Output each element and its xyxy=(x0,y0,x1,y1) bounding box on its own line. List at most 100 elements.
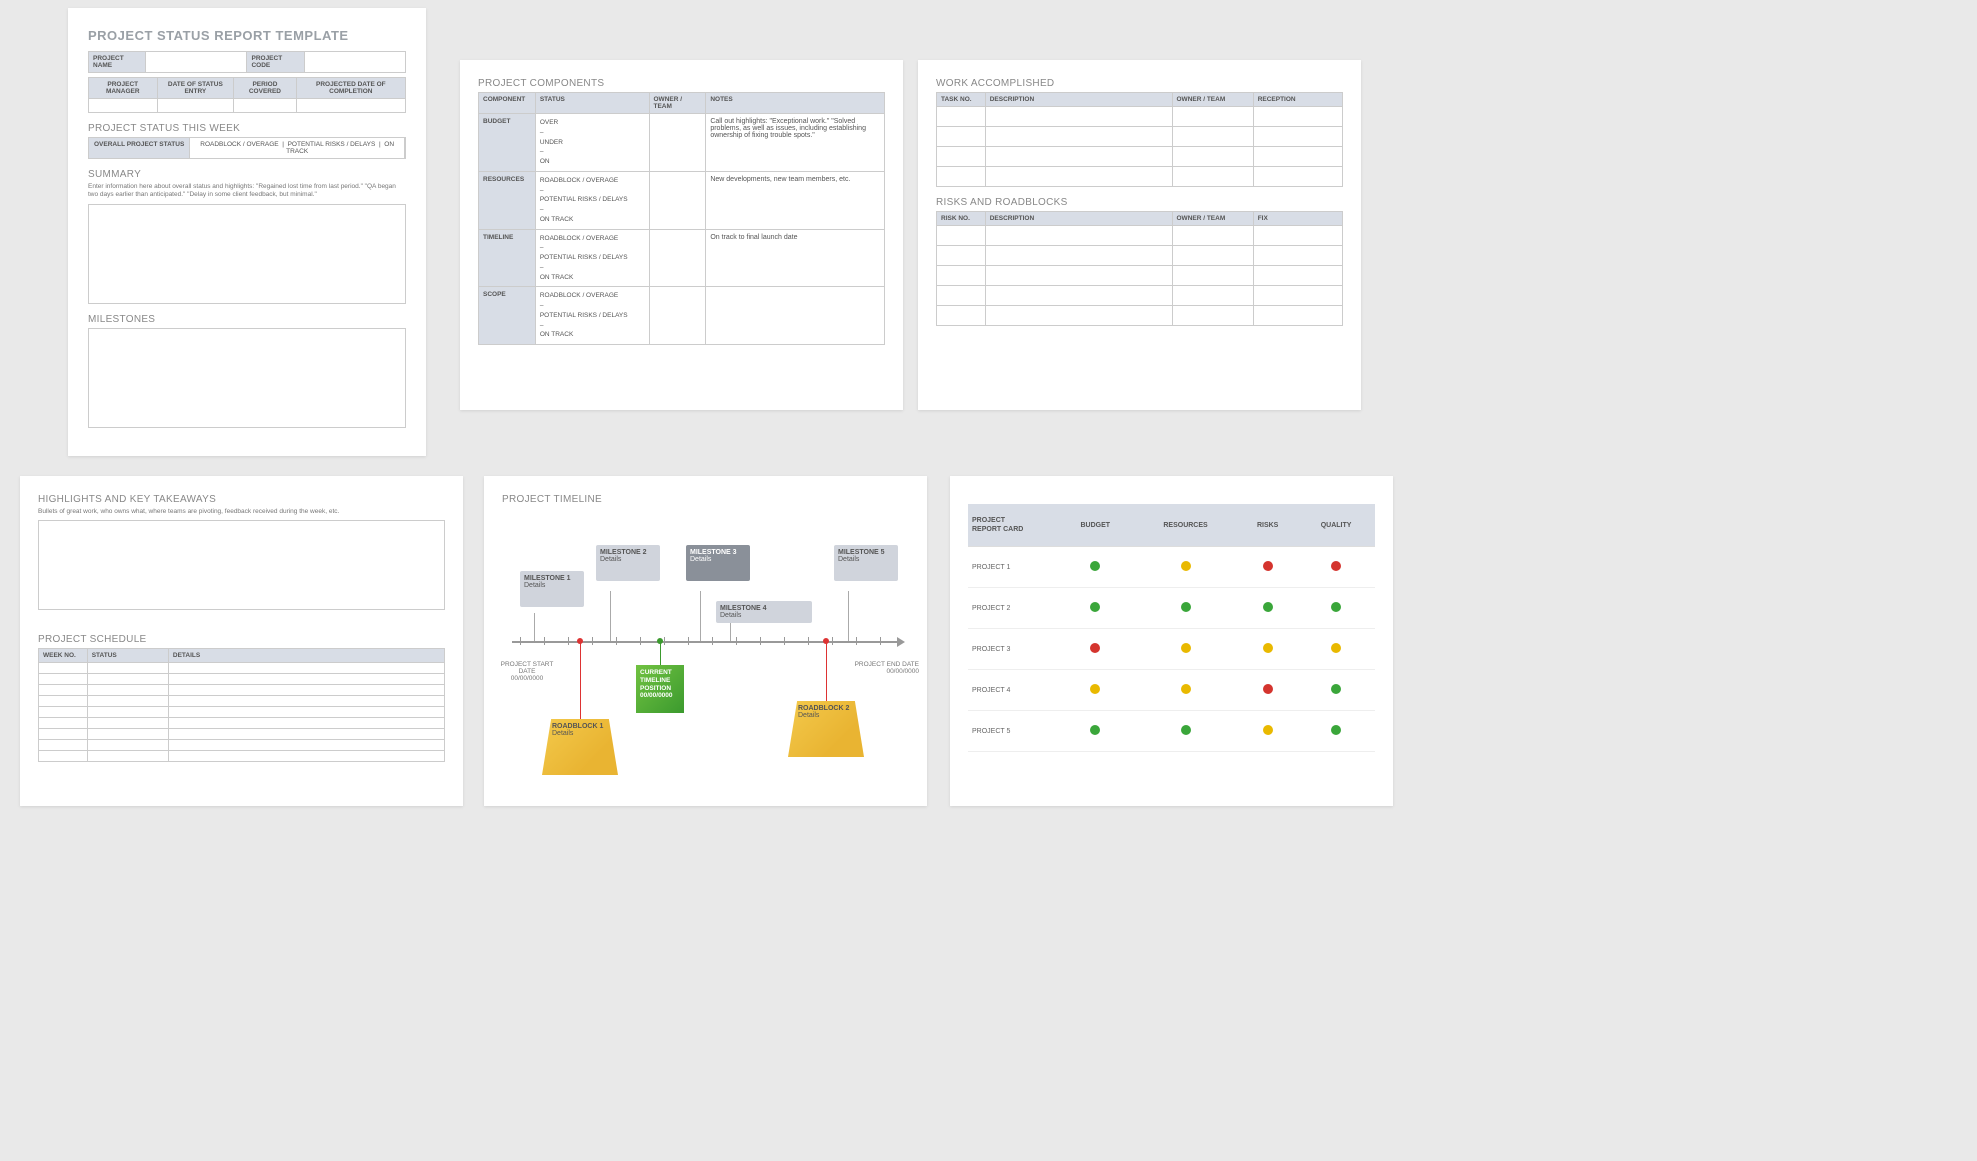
status-dot-icon xyxy=(1331,561,1341,571)
section-milestones: MILESTONES xyxy=(88,314,406,325)
label-overall-status: OVERALL PROJECT STATUS xyxy=(89,138,190,158)
status-dot-icon xyxy=(1181,561,1191,571)
table-row: RESOURCESROADBLOCK / OVERAGE – POTENTIAL… xyxy=(479,171,885,229)
table-row xyxy=(937,246,1343,266)
highlights-desc: Bullets of great work, who owns what, wh… xyxy=(38,508,445,516)
table-row: PROJECT 2 xyxy=(968,588,1375,629)
status-dot-icon xyxy=(1331,684,1341,694)
section-status-week: PROJECT STATUS THIS WEEK xyxy=(88,123,406,134)
section-schedule: PROJECT SCHEDULE xyxy=(38,634,445,645)
timeline: MILESTONE 1Details MILESTONE 2Details MI… xyxy=(502,511,909,791)
milestone-card: MILESTONE 1Details xyxy=(520,571,584,607)
section-work-accomplished: WORK ACCOMPLISHED xyxy=(936,78,1343,89)
current-line xyxy=(660,641,661,665)
roadblock-line xyxy=(580,641,581,719)
current-position-card: CURRENTTIMELINEPOSITION00/00/0000 xyxy=(636,665,684,713)
page-highlights-schedule: HIGHLIGHTS AND KEY TAKEAWAYS Bullets of … xyxy=(20,476,463,806)
table-row xyxy=(39,729,445,740)
roadblock-card: ROADBLOCK 2Details xyxy=(788,701,864,757)
status-dot-icon xyxy=(1263,643,1273,653)
milestone-card: MILESTONE 3Details xyxy=(686,545,750,581)
project-meta-table: PROJECT MANAGER DATE OF STATUS ENTRY PER… xyxy=(88,77,406,113)
table-row xyxy=(39,740,445,751)
table-row xyxy=(39,751,445,762)
components-table: COMPONENT STATUS OWNER / TEAM NOTES BUDG… xyxy=(478,92,885,345)
status-dot-icon xyxy=(1090,561,1100,571)
status-dot-icon xyxy=(1090,643,1100,653)
roadblock-dot-icon xyxy=(823,638,829,644)
overall-status-row: OVERALL PROJECT STATUS ROADBLOCK / OVERA… xyxy=(88,137,406,159)
arrow-right-icon xyxy=(897,637,905,647)
table-row: TIMELINEROADBLOCK / OVERAGE – POTENTIAL … xyxy=(479,229,885,287)
label-project-code: PROJECT CODE xyxy=(247,52,304,73)
status-dot-icon xyxy=(1181,684,1191,694)
page-status-report: PROJECT STATUS REPORT TEMPLATE PROJECT N… xyxy=(68,8,426,456)
status-dot-icon xyxy=(1090,684,1100,694)
schedule-table: WEEK NO.STATUSDETAILS xyxy=(38,648,445,762)
status-dot-icon xyxy=(1263,684,1273,694)
label-project-name: PROJECT NAME xyxy=(89,52,146,73)
status-dot-icon xyxy=(1263,561,1273,571)
section-summary: SUMMARY xyxy=(88,169,406,180)
table-row xyxy=(937,167,1343,187)
table-row xyxy=(39,674,445,685)
current-dot-icon xyxy=(657,638,663,644)
summary-desc: Enter information here about overall sta… xyxy=(88,183,406,200)
table-row xyxy=(39,707,445,718)
project-name: PROJECT 3 xyxy=(968,629,1058,670)
status-dot-icon xyxy=(1181,602,1191,612)
table-row: BUDGETOVER – UNDER – ONCall out highligh… xyxy=(479,114,885,172)
project-name: PROJECT 2 xyxy=(968,588,1058,629)
project-name: PROJECT 1 xyxy=(968,547,1058,588)
status-cell: OVER – UNDER – ON xyxy=(535,114,649,172)
page-report-card: PROJECTREPORT CARD BUDGET RESOURCES RISK… xyxy=(950,476,1393,806)
table-row xyxy=(937,127,1343,147)
project-id-table: PROJECT NAME PROJECT CODE xyxy=(88,51,406,73)
roadblock-dot-icon xyxy=(577,638,583,644)
section-components: PROJECT COMPONENTS xyxy=(478,78,885,89)
status-dot-icon xyxy=(1331,602,1341,612)
project-name: PROJECT 4 xyxy=(968,670,1058,711)
roadblock-line xyxy=(826,641,827,701)
summary-box[interactable] xyxy=(88,204,406,304)
roadblock-card: ROADBLOCK 1Details xyxy=(542,719,618,775)
table-row: PROJECT 4 xyxy=(968,670,1375,711)
page-work-risks: WORK ACCOMPLISHED TASK NO.DESCRIPTIONOWN… xyxy=(918,60,1361,410)
table-row: PROJECT 1 xyxy=(968,547,1375,588)
table-row xyxy=(937,226,1343,246)
table-row: SCOPEROADBLOCK / OVERAGE – POTENTIAL RIS… xyxy=(479,287,885,345)
table-row xyxy=(937,266,1343,286)
table-row: PROJECT 3 xyxy=(968,629,1375,670)
status-dot-icon xyxy=(1331,725,1341,735)
table-row xyxy=(39,718,445,729)
status-dot-icon xyxy=(1263,725,1273,735)
milestones-box[interactable] xyxy=(88,328,406,428)
highlights-box[interactable] xyxy=(38,520,445,610)
table-row xyxy=(39,663,445,674)
status-dot-icon xyxy=(1181,725,1191,735)
status-dot-icon xyxy=(1090,602,1100,612)
status-dot-icon xyxy=(1331,643,1341,653)
report-card-table: PROJECTREPORT CARD BUDGET RESOURCES RISK… xyxy=(968,504,1375,752)
risks-table: RISK NO.DESCRIPTIONOWNER / TEAMFIX xyxy=(936,211,1343,326)
timeline-start-label: PROJECT START DATE00/00/0000 xyxy=(492,661,562,682)
page-components: PROJECT COMPONENTS COMPONENT STATUS OWNE… xyxy=(460,60,903,410)
table-row xyxy=(39,696,445,707)
table-row xyxy=(937,107,1343,127)
status-dot-icon xyxy=(1090,725,1100,735)
table-row xyxy=(937,147,1343,167)
section-timeline: PROJECT TIMELINE xyxy=(502,494,909,505)
status-dot-icon xyxy=(1263,602,1273,612)
table-row xyxy=(39,685,445,696)
table-row xyxy=(937,286,1343,306)
page-title: PROJECT STATUS REPORT TEMPLATE xyxy=(88,28,406,43)
project-name: PROJECT 5 xyxy=(968,711,1058,752)
timeline-end-label: PROJECT END DATE00/00/0000 xyxy=(849,661,919,675)
page-timeline: PROJECT TIMELINE MILESTONE 1Details MILE… xyxy=(484,476,927,806)
milestone-card: MILESTONE 4Details xyxy=(716,601,812,623)
milestone-card: MILESTONE 2Details xyxy=(596,545,660,581)
work-accomplished-table: TASK NO.DESCRIPTIONOWNER / TEAMRECEPTION xyxy=(936,92,1343,187)
timeline-axis xyxy=(512,641,899,643)
milestone-card: MILESTONE 5Details xyxy=(834,545,898,581)
table-row xyxy=(937,306,1343,326)
